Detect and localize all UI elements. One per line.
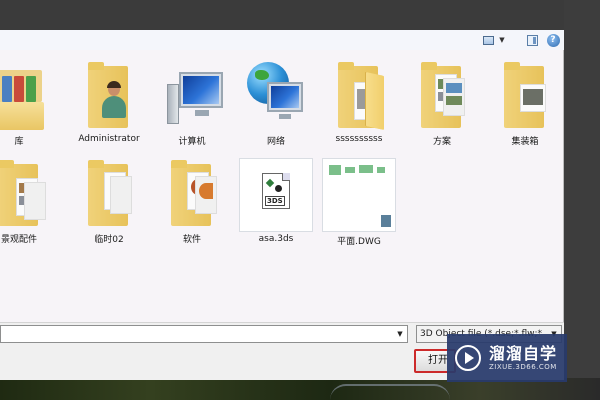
item-label: 软件 [182,235,201,245]
list-item[interactable]: 临时02 [68,158,150,245]
folder-icon [161,158,223,230]
filename-field[interactable]: ▼ [0,325,408,347]
3ds-file-icon: 3DS [239,158,313,232]
network-icon [245,60,307,132]
computer-icon [161,60,223,132]
item-label: 方案 [432,137,451,147]
help-button[interactable]: ? [546,33,560,47]
item-label: 集装箱 [511,137,539,147]
list-item[interactable]: 3DS asa.3ds [235,158,317,244]
list-item[interactable]: 计算机 [151,60,233,147]
list-item[interactable]: 网络 [235,60,317,147]
watermark-text: 溜溜自学 ZIXUE.3D66.COM [489,344,558,372]
list-item[interactable]: ssssssssss [318,60,400,144]
item-label: 临时02 [94,235,124,245]
play-logo-icon [455,345,481,371]
chevron-down-icon: ▼ [397,330,403,338]
item-label: Administrator [78,134,140,144]
list-item[interactable]: 软件 [151,158,233,245]
filename-dropdown-button[interactable]: ▼ [393,326,407,342]
watermark: 溜溜自学 ZIXUE.3D66.COM [447,334,567,382]
help-icon: ? [546,33,560,47]
views-dropdown-button[interactable]: ▼ [498,33,506,47]
item-label: ssssssssss [335,134,383,144]
folder-icon [78,158,140,230]
library-icon [0,60,50,132]
list-item[interactable]: 方案 [401,60,483,147]
change-view-button[interactable] [482,33,494,47]
list-item[interactable]: 集装箱 [484,60,566,147]
item-label: 平面.DWG [337,237,381,247]
list-item[interactable]: Administrator [68,60,150,144]
folder-icon [0,158,50,230]
watermark-title: 溜溜自学 [489,344,558,363]
watermark-subtitle: ZIXUE.3D66.COM [489,363,557,371]
folder-icon [328,60,390,132]
list-item[interactable]: 平面.DWG [318,158,400,247]
item-label: 网络 [266,137,285,147]
item-label: 计算机 [178,137,206,147]
item-label: asa.3ds [258,234,294,244]
dwg-file-icon [322,158,396,232]
folder-icon [494,60,556,132]
views-icon [482,35,494,45]
item-label: 库 [14,137,24,147]
list-item[interactable]: 景观配件 [0,158,60,245]
file-list: 库 Administrator 计算机 网络 ssssssssss 方案 集装箱… [0,50,564,320]
preview-pane-icon [526,34,538,46]
chevron-down-icon: ▼ [499,36,505,44]
dialog-toolbar: ▼ ? [0,30,564,50]
list-item[interactable]: 库 [0,60,60,147]
open-file-dialog: ▼ ? 库 Administrator 计算机 网络 ssssssssss 方案… [0,30,564,380]
background-right [564,0,600,400]
preview-pane-button[interactable] [526,33,538,47]
filename-input[interactable] [1,331,393,347]
folder-icon [411,60,473,132]
item-label: 景观配件 [0,235,37,245]
user-folder-icon [78,60,140,132]
